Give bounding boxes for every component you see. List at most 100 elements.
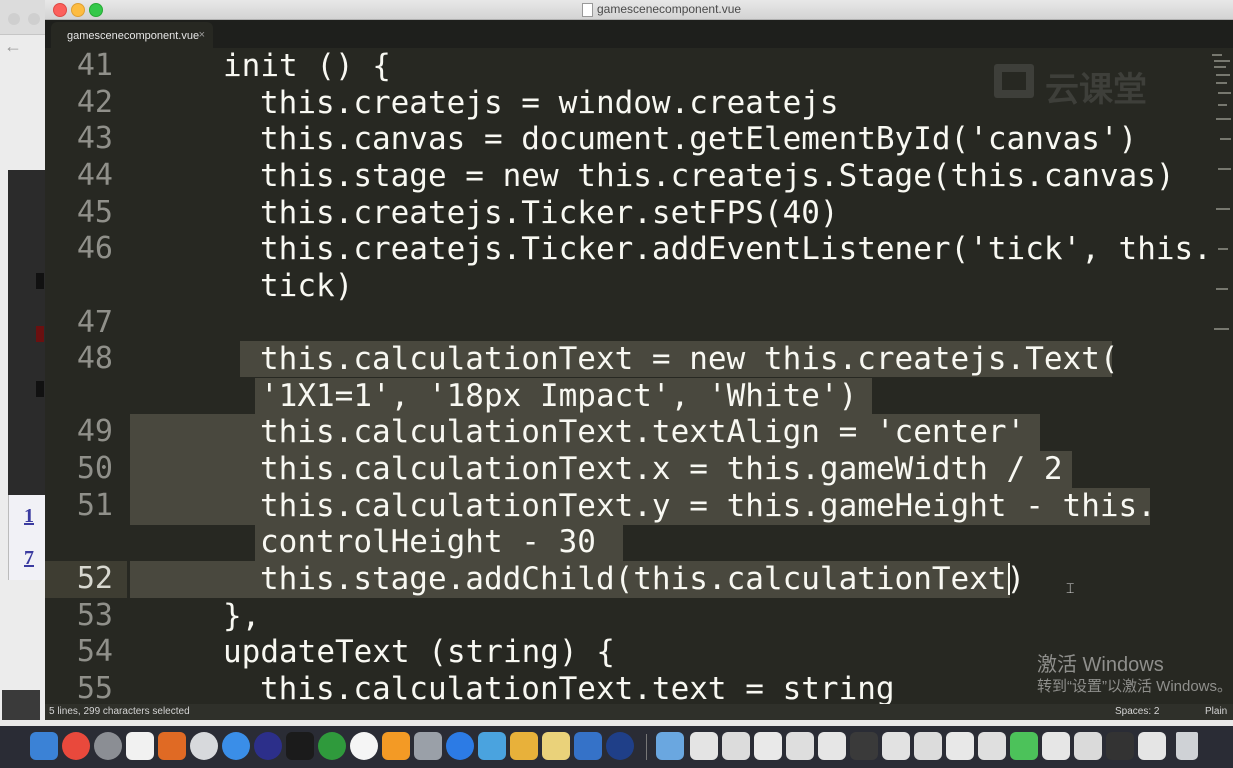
- app-icon[interactable]: [318, 732, 346, 760]
- line-number: 42: [76, 85, 113, 120]
- minimap-line: [1214, 66, 1226, 68]
- text-caret: [1008, 563, 1010, 595]
- chrome-icon[interactable]: [62, 732, 90, 760]
- code-line: this.stage = new this.createjs.Stage(thi…: [260, 158, 1175, 194]
- minimap-line: [1216, 288, 1228, 290]
- line-number-current: 52: [76, 561, 113, 596]
- window-thumbnail[interactable]: [1074, 732, 1102, 760]
- code-line: this.canvas = document.getElementById('c…: [260, 121, 1138, 157]
- ibeam-cursor-icon: ⌶: [1066, 580, 1075, 596]
- title-bar: gamescenecomponent.vue: [45, 0, 1233, 20]
- notes-icon[interactable]: [126, 732, 154, 760]
- line-number: 55: [76, 671, 113, 704]
- background-link[interactable]: 1: [24, 505, 34, 528]
- close-window-button[interactable]: [53, 3, 67, 17]
- trash-icon[interactable]: [1176, 732, 1198, 760]
- finder-icon[interactable]: [30, 732, 58, 760]
- minimap-line: [1218, 168, 1231, 170]
- windows-activation-subtitle: 转到“设置”以激活 Windows。: [1037, 678, 1233, 695]
- window-thumbnail[interactable]: [882, 732, 910, 760]
- zoom-window-button[interactable]: [89, 3, 103, 17]
- code-line: this.createjs.Ticker.addEventListener('t…: [260, 231, 1210, 267]
- launchpad-icon[interactable]: [94, 732, 122, 760]
- minimap-line: [1216, 118, 1231, 120]
- minimap[interactable]: [1210, 48, 1233, 348]
- code-line: this.calculationText.text = string: [260, 671, 895, 704]
- line-number: 49: [76, 414, 113, 449]
- window-thumbnail[interactable]: [1106, 732, 1134, 760]
- code-line: init () {: [223, 48, 391, 84]
- line-number: 54: [76, 634, 113, 669]
- window-thumbnail[interactable]: [1010, 732, 1038, 760]
- window-thumbnail[interactable]: [978, 732, 1006, 760]
- window-thumbnail[interactable]: [850, 732, 878, 760]
- minimize-window-button[interactable]: [71, 3, 85, 17]
- app-icon[interactable]: [478, 732, 506, 760]
- window-thumbnail[interactable]: [1138, 732, 1166, 760]
- dock-separator: [646, 734, 647, 760]
- background-mark: [36, 273, 44, 289]
- tab-bar: gamescenecomponent.vue ×: [45, 20, 1233, 48]
- document-icon: [582, 3, 593, 17]
- terminal-icon[interactable]: [286, 732, 314, 760]
- ibooks-icon[interactable]: [382, 732, 410, 760]
- syntax-setting[interactable]: Plain: [1205, 706, 1227, 717]
- sublime-editor-window: gamescenecomponent.vue gamescenecomponen…: [45, 0, 1233, 720]
- status-bar: 5 lines, 299 characters selected Spaces:…: [45, 704, 1233, 720]
- code-editor[interactable]: 41 42 43 44 45 46 47 48 49 50 51 52 53 5…: [45, 48, 1210, 704]
- window-thumbnail[interactable]: [754, 732, 782, 760]
- line-number: 44: [76, 158, 113, 193]
- minimap-line: [1220, 138, 1231, 140]
- window-thumbnail[interactable]: [690, 732, 718, 760]
- line-number: 47: [76, 305, 113, 340]
- selection-status: 5 lines, 299 characters selected: [49, 706, 190, 717]
- background-toolbar: [0, 0, 45, 35]
- folder-icon[interactable]: [656, 732, 684, 760]
- tab-gamescenecomponent[interactable]: gamescenecomponent.vue ×: [51, 22, 213, 48]
- background-link[interactable]: 7: [24, 547, 34, 570]
- background-mark: [36, 381, 44, 397]
- window-title: gamescenecomponent.vue: [597, 2, 742, 16]
- app-icon[interactable]: [222, 732, 250, 760]
- app-icon[interactable]: [190, 732, 218, 760]
- code-line: this.calculationText = new this.createjs…: [260, 341, 1119, 377]
- app-icon[interactable]: [510, 732, 538, 760]
- minimap-line: [1214, 60, 1230, 62]
- itunes-icon[interactable]: [350, 732, 378, 760]
- back-arrow-icon[interactable]: ←: [4, 36, 28, 56]
- app-icon[interactable]: [606, 732, 634, 760]
- code-line-wrapped: controlHeight - 30: [260, 524, 596, 560]
- close-tab-icon[interactable]: ×: [199, 29, 205, 41]
- code-line: this.calculationText.textAlign = 'center…: [260, 414, 1026, 450]
- panel-toggle-icon[interactable]: [2, 690, 40, 720]
- watermark-brand: 云课堂: [1045, 71, 1147, 109]
- code-line: },: [223, 598, 261, 634]
- background-mark: [36, 326, 44, 342]
- code-line: this.createjs.Ticker.setFPS(40): [260, 195, 839, 231]
- app-icon[interactable]: [542, 732, 570, 760]
- window-thumbnail[interactable]: [946, 732, 974, 760]
- minimap-line: [1218, 104, 1227, 106]
- minimap-line: [1212, 54, 1222, 56]
- safari-icon[interactable]: [446, 732, 474, 760]
- code-line: this.stage.addChild(this.calculationText…: [260, 561, 1026, 597]
- window-thumbnail[interactable]: [1042, 732, 1070, 760]
- line-number: 48: [76, 341, 113, 376]
- minimap-line: [1218, 92, 1231, 94]
- window-thumbnail[interactable]: [914, 732, 942, 760]
- minimap-line: [1218, 248, 1228, 250]
- app-icon[interactable]: [254, 732, 282, 760]
- line-number: 43: [76, 121, 113, 156]
- line-number: 50: [76, 451, 113, 486]
- indentation-setting[interactable]: Spaces: 2: [1115, 706, 1159, 717]
- app-icon[interactable]: [574, 732, 602, 760]
- window-thumbnail[interactable]: [818, 732, 846, 760]
- dock: [0, 726, 1233, 768]
- window-thumbnail[interactable]: [786, 732, 814, 760]
- code-line: this.calculationText.y = this.gameHeight…: [260, 488, 1156, 524]
- app-icon[interactable]: [414, 732, 442, 760]
- sublime-text-icon[interactable]: [158, 732, 186, 760]
- background-browser-window: ← 1 7: [0, 0, 46, 720]
- window-thumbnail[interactable]: [722, 732, 750, 760]
- tab-label: gamescenecomponent.vue: [67, 30, 200, 42]
